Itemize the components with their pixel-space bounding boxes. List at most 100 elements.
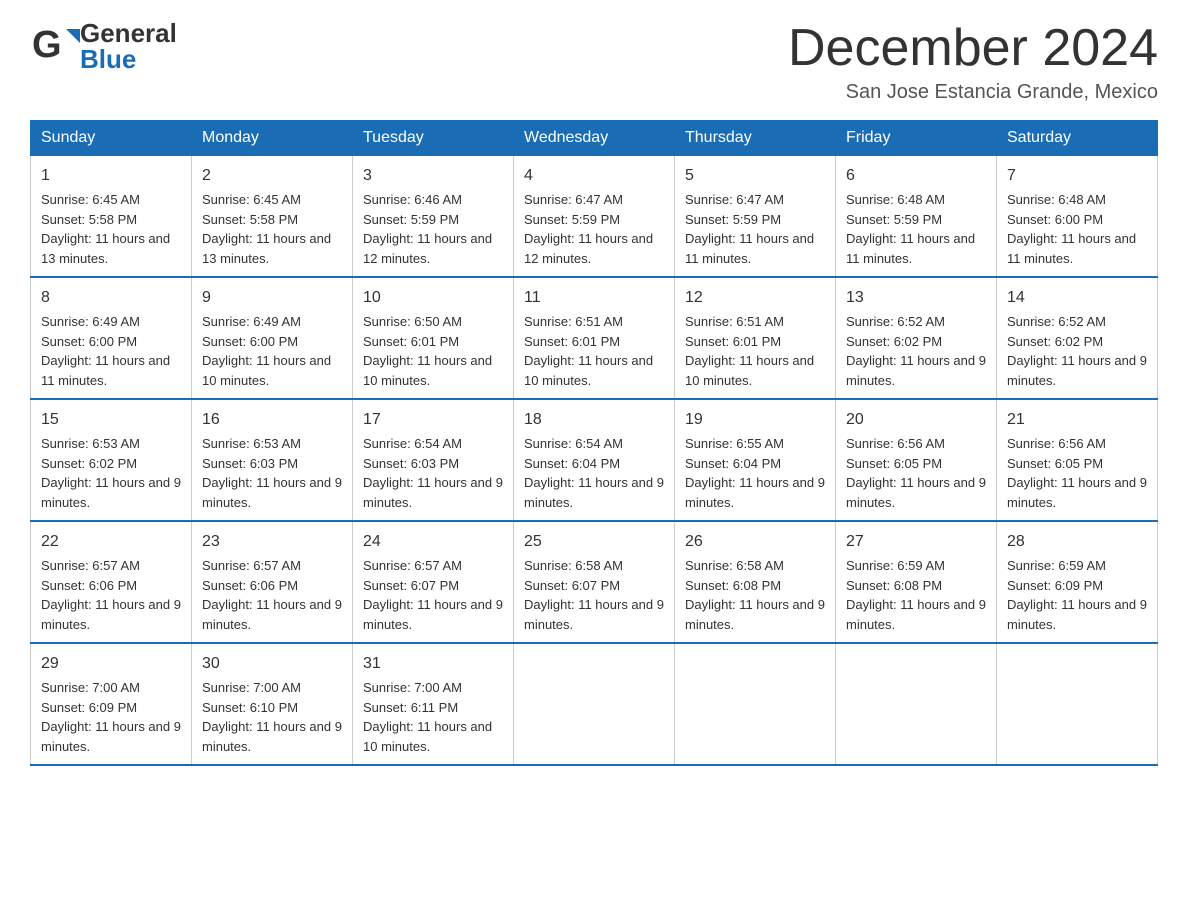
day-number: 27 — [846, 530, 986, 554]
day-info: Sunrise: 6:48 AMSunset: 6:00 PMDaylight:… — [1007, 192, 1136, 266]
day-info: Sunrise: 6:54 AMSunset: 6:04 PMDaylight:… — [524, 436, 664, 510]
calendar-cell: 7 Sunrise: 6:48 AMSunset: 6:00 PMDayligh… — [997, 156, 1158, 278]
calendar-cell: 22 Sunrise: 6:57 AMSunset: 6:06 PMDaylig… — [31, 521, 192, 643]
day-info: Sunrise: 6:51 AMSunset: 6:01 PMDaylight:… — [524, 314, 653, 388]
day-number: 29 — [41, 652, 181, 676]
col-sunday: Sunday — [31, 121, 192, 156]
day-number: 9 — [202, 286, 342, 310]
calendar-cell: 15 Sunrise: 6:53 AMSunset: 6:02 PMDaylig… — [31, 399, 192, 521]
day-number: 2 — [202, 164, 342, 188]
day-number: 28 — [1007, 530, 1147, 554]
calendar-cell: 24 Sunrise: 6:57 AMSunset: 6:07 PMDaylig… — [353, 521, 514, 643]
col-monday: Monday — [192, 121, 353, 156]
calendar-cell: 21 Sunrise: 6:56 AMSunset: 6:05 PMDaylig… — [997, 399, 1158, 521]
day-number: 25 — [524, 530, 664, 554]
col-thursday: Thursday — [675, 121, 836, 156]
day-info: Sunrise: 6:54 AMSunset: 6:03 PMDaylight:… — [363, 436, 503, 510]
calendar-cell: 16 Sunrise: 6:53 AMSunset: 6:03 PMDaylig… — [192, 399, 353, 521]
day-info: Sunrise: 6:58 AMSunset: 6:07 PMDaylight:… — [524, 558, 664, 632]
calendar-cell: 14 Sunrise: 6:52 AMSunset: 6:02 PMDaylig… — [997, 277, 1158, 399]
day-info: Sunrise: 6:49 AMSunset: 6:00 PMDaylight:… — [41, 314, 170, 388]
calendar-cell: 31 Sunrise: 7:00 AMSunset: 6:11 PMDaylig… — [353, 643, 514, 765]
day-info: Sunrise: 6:58 AMSunset: 6:08 PMDaylight:… — [685, 558, 825, 632]
col-tuesday: Tuesday — [353, 121, 514, 156]
day-number: 1 — [41, 164, 181, 188]
col-saturday: Saturday — [997, 121, 1158, 156]
day-info: Sunrise: 6:56 AMSunset: 6:05 PMDaylight:… — [846, 436, 986, 510]
col-friday: Friday — [836, 121, 997, 156]
day-number: 24 — [363, 530, 503, 554]
calendar-cell: 3 Sunrise: 6:46 AMSunset: 5:59 PMDayligh… — [353, 156, 514, 278]
day-info: Sunrise: 6:46 AMSunset: 5:59 PMDaylight:… — [363, 192, 492, 266]
day-info: Sunrise: 6:50 AMSunset: 6:01 PMDaylight:… — [363, 314, 492, 388]
calendar-cell: 11 Sunrise: 6:51 AMSunset: 6:01 PMDaylig… — [514, 277, 675, 399]
logo-blue-text: Blue — [80, 44, 136, 74]
day-number: 19 — [685, 408, 825, 432]
calendar-body: 1 Sunrise: 6:45 AMSunset: 5:58 PMDayligh… — [31, 156, 1158, 766]
calendar-cell — [836, 643, 997, 765]
calendar-cell: 1 Sunrise: 6:45 AMSunset: 5:58 PMDayligh… — [31, 156, 192, 278]
day-number: 8 — [41, 286, 181, 310]
day-info: Sunrise: 6:47 AMSunset: 5:59 PMDaylight:… — [685, 192, 814, 266]
day-info: Sunrise: 6:52 AMSunset: 6:02 PMDaylight:… — [1007, 314, 1147, 388]
day-info: Sunrise: 7:00 AMSunset: 6:09 PMDaylight:… — [41, 680, 181, 754]
day-number: 22 — [41, 530, 181, 554]
calendar-cell: 25 Sunrise: 6:58 AMSunset: 6:07 PMDaylig… — [514, 521, 675, 643]
day-info: Sunrise: 6:49 AMSunset: 6:00 PMDaylight:… — [202, 314, 331, 388]
calendar-cell: 5 Sunrise: 6:47 AMSunset: 5:59 PMDayligh… — [675, 156, 836, 278]
day-number: 14 — [1007, 286, 1147, 310]
day-info: Sunrise: 7:00 AMSunset: 6:11 PMDaylight:… — [363, 680, 492, 754]
calendar-cell: 9 Sunrise: 6:49 AMSunset: 6:00 PMDayligh… — [192, 277, 353, 399]
calendar-cell: 13 Sunrise: 6:52 AMSunset: 6:02 PMDaylig… — [836, 277, 997, 399]
title-section: December 2024 San Jose Estancia Grande, … — [788, 20, 1158, 104]
calendar-cell: 30 Sunrise: 7:00 AMSunset: 6:10 PMDaylig… — [192, 643, 353, 765]
day-info: Sunrise: 6:56 AMSunset: 6:05 PMDaylight:… — [1007, 436, 1147, 510]
page-header: G General Blue December 2024 San Jose Es… — [30, 20, 1158, 104]
calendar-cell — [675, 643, 836, 765]
day-info: Sunrise: 6:48 AMSunset: 5:59 PMDaylight:… — [846, 192, 975, 266]
day-number: 10 — [363, 286, 503, 310]
calendar-cell: 26 Sunrise: 6:58 AMSunset: 6:08 PMDaylig… — [675, 521, 836, 643]
day-number: 17 — [363, 408, 503, 432]
calendar-cell: 28 Sunrise: 6:59 AMSunset: 6:09 PMDaylig… — [997, 521, 1158, 643]
day-info: Sunrise: 6:59 AMSunset: 6:09 PMDaylight:… — [1007, 558, 1147, 632]
day-number: 7 — [1007, 164, 1147, 188]
day-info: Sunrise: 6:45 AMSunset: 5:58 PMDaylight:… — [202, 192, 331, 266]
calendar-cell: 2 Sunrise: 6:45 AMSunset: 5:58 PMDayligh… — [192, 156, 353, 278]
day-number: 20 — [846, 408, 986, 432]
day-info: Sunrise: 6:52 AMSunset: 6:02 PMDaylight:… — [846, 314, 986, 388]
day-info: Sunrise: 6:53 AMSunset: 6:02 PMDaylight:… — [41, 436, 181, 510]
calendar-cell: 17 Sunrise: 6:54 AMSunset: 6:03 PMDaylig… — [353, 399, 514, 521]
day-number: 12 — [685, 286, 825, 310]
day-number: 13 — [846, 286, 986, 310]
day-info: Sunrise: 6:57 AMSunset: 6:07 PMDaylight:… — [363, 558, 503, 632]
day-number: 3 — [363, 164, 503, 188]
svg-text:G: G — [32, 24, 62, 66]
calendar-cell: 18 Sunrise: 6:54 AMSunset: 6:04 PMDaylig… — [514, 399, 675, 521]
calendar-cell — [514, 643, 675, 765]
day-number: 4 — [524, 164, 664, 188]
calendar-cell: 27 Sunrise: 6:59 AMSunset: 6:08 PMDaylig… — [836, 521, 997, 643]
calendar-subtitle: San Jose Estancia Grande, Mexico — [788, 81, 1158, 104]
calendar-cell: 20 Sunrise: 6:56 AMSunset: 6:05 PMDaylig… — [836, 399, 997, 521]
day-number: 11 — [524, 286, 664, 310]
calendar-header: Sunday Monday Tuesday Wednesday Thursday… — [31, 121, 1158, 156]
calendar-cell: 4 Sunrise: 6:47 AMSunset: 5:59 PMDayligh… — [514, 156, 675, 278]
calendar-title: December 2024 — [788, 20, 1158, 77]
day-number: 23 — [202, 530, 342, 554]
day-info: Sunrise: 7:00 AMSunset: 6:10 PMDaylight:… — [202, 680, 342, 754]
logo: G General Blue — [30, 20, 177, 72]
logo-icon: G — [30, 21, 80, 71]
calendar-cell: 10 Sunrise: 6:50 AMSunset: 6:01 PMDaylig… — [353, 277, 514, 399]
day-number: 30 — [202, 652, 342, 676]
day-number: 18 — [524, 408, 664, 432]
calendar-cell: 23 Sunrise: 6:57 AMSunset: 6:06 PMDaylig… — [192, 521, 353, 643]
day-number: 26 — [685, 530, 825, 554]
calendar-cell: 12 Sunrise: 6:51 AMSunset: 6:01 PMDaylig… — [675, 277, 836, 399]
day-info: Sunrise: 6:45 AMSunset: 5:58 PMDaylight:… — [41, 192, 170, 266]
day-info: Sunrise: 6:57 AMSunset: 6:06 PMDaylight:… — [202, 558, 342, 632]
day-number: 21 — [1007, 408, 1147, 432]
calendar-cell: 19 Sunrise: 6:55 AMSunset: 6:04 PMDaylig… — [675, 399, 836, 521]
day-info: Sunrise: 6:55 AMSunset: 6:04 PMDaylight:… — [685, 436, 825, 510]
calendar-cell: 8 Sunrise: 6:49 AMSunset: 6:00 PMDayligh… — [31, 277, 192, 399]
